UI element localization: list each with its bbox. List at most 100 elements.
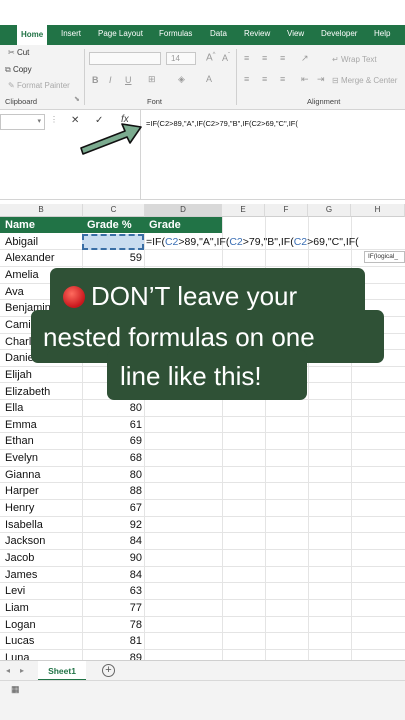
name-cell[interactable]: Luna — [5, 652, 29, 660]
name-cell[interactable]: Isabella — [5, 519, 43, 531]
alignment-group-label: Alignment — [307, 97, 341, 106]
font-color-icon[interactable]: A — [206, 74, 212, 84]
chevron-down-icon[interactable]: ▾ — [37, 117, 41, 125]
clipboard-group-label: Clipboard — [5, 97, 38, 106]
name-cell[interactable]: Ava — [5, 286, 24, 298]
outdent-icon[interactable]: ⇥ — [317, 74, 325, 85]
name-cell[interactable]: Emma — [5, 419, 37, 431]
tab-insert[interactable]: Insert — [61, 29, 81, 38]
name-cell[interactable]: Jackson — [5, 535, 45, 547]
prev-sheet-icon[interactable]: ◂ — [6, 666, 10, 675]
name-cell[interactable]: Amelia — [5, 269, 39, 281]
name-cell[interactable]: Alexander — [5, 252, 55, 264]
grade-pct-cell[interactable]: 80 — [82, 469, 142, 481]
table-row: Liam 77 — [0, 600, 405, 617]
sheet-tab-sheet1[interactable]: Sheet1 — [38, 661, 86, 681]
table-row: Emma 61 — [0, 417, 405, 434]
header-grade-pct[interactable]: Grade % — [82, 217, 144, 233]
underline-button[interactable]: U — [125, 75, 132, 85]
grade-pct-cell[interactable]: 90 — [82, 552, 142, 564]
name-cell[interactable]: Abigail — [5, 236, 38, 248]
orientation-icon[interactable]: ↗ — [301, 53, 309, 64]
header-grade[interactable]: Grade — [144, 217, 222, 233]
indent-icon[interactable]: ⇤ — [301, 74, 309, 85]
column-header-c[interactable]: C — [83, 204, 145, 217]
column-header-f[interactable]: F — [265, 204, 308, 217]
column-header-g[interactable]: G — [308, 204, 351, 217]
merge-center-button[interactable]: ⊟ Merge & Center — [332, 76, 397, 85]
grade-pct-cell[interactable]: 67 — [82, 502, 142, 514]
table-header-row: Name Grade % Grade — [0, 217, 405, 234]
grade-pct-cell[interactable]: 89 — [82, 652, 142, 660]
name-cell[interactable]: Henry — [5, 502, 34, 514]
column-header-h[interactable]: H — [351, 204, 405, 217]
table-row: Levi 63 — [0, 583, 405, 600]
format-painter-button[interactable]: ✎ Format Painter — [8, 81, 70, 90]
tab-view[interactable]: View — [287, 29, 304, 38]
decrease-font-icon[interactable]: Aˇ — [222, 53, 230, 63]
align-top-icon[interactable]: ≡ — [244, 53, 249, 63]
name-cell[interactable]: Ethan — [5, 435, 34, 447]
name-cell[interactable]: Evelyn — [5, 452, 38, 464]
tab-help[interactable]: Help — [374, 29, 390, 38]
header-name[interactable]: Name — [0, 217, 82, 233]
name-cell[interactable]: Lucas — [5, 635, 34, 647]
dialog-launcher-icon[interactable]: ⬊ — [74, 95, 80, 103]
grade-pct-cell[interactable]: 78 — [82, 619, 142, 631]
grade-pct-cell[interactable]: 80 — [82, 402, 142, 414]
grade-pct-cell[interactable]: 68 — [82, 452, 142, 464]
grade-pct-cell[interactable]: 59 — [82, 252, 142, 264]
name-box[interactable]: ▾ — [0, 114, 45, 130]
name-cell[interactable]: Harper — [5, 485, 39, 497]
grade-pct-cell[interactable]: 84 — [82, 535, 142, 547]
font-name-box[interactable] — [89, 52, 161, 65]
align-center-icon[interactable]: ≡ — [262, 74, 267, 84]
table-row: Alexander 59 — [0, 250, 405, 267]
tab-formulas[interactable]: Formulas — [159, 29, 192, 38]
copy-button[interactable]: ⧉ Copy — [5, 65, 32, 75]
name-cell[interactable]: James — [5, 569, 37, 581]
name-cell[interactable]: Elizabeth — [5, 386, 50, 398]
selected-cell-c2[interactable] — [82, 234, 144, 250]
cut-button[interactable]: ✂ Cut — [8, 48, 29, 57]
increase-font-icon[interactable]: A^ — [206, 52, 216, 63]
name-cell[interactable]: Jacob — [5, 552, 34, 564]
column-header-b[interactable]: B — [0, 204, 83, 217]
name-cell[interactable]: Elijah — [5, 369, 32, 381]
grade-pct-cell[interactable]: 84 — [82, 569, 142, 581]
add-sheet-icon[interactable]: + — [102, 664, 115, 677]
tab-data[interactable]: Data — [210, 29, 227, 38]
wrap-text-icon: ↵ — [332, 55, 339, 64]
name-cell[interactable]: Gianna — [5, 469, 40, 481]
grade-pct-cell[interactable]: 69 — [82, 435, 142, 447]
grade-pct-cell[interactable]: 77 — [82, 602, 142, 614]
grade-pct-cell[interactable]: 92 — [82, 519, 142, 531]
table-row: Henry 67 — [0, 500, 405, 517]
align-left-icon[interactable]: ≡ — [244, 74, 249, 84]
tab-home[interactable]: Home — [17, 25, 48, 45]
fill-color-icon[interactable]: ◈ — [178, 74, 185, 85]
name-cell[interactable]: Ella — [5, 402, 23, 414]
bold-button[interactable]: B — [92, 75, 99, 85]
tab-review[interactable]: Review — [244, 29, 270, 38]
align-right-icon[interactable]: ≡ — [280, 74, 285, 84]
name-cell[interactable]: Liam — [5, 602, 29, 614]
align-bottom-icon[interactable]: ≡ — [280, 53, 285, 63]
wrap-text-button[interactable]: ↵ Wrap Text — [332, 55, 377, 64]
align-middle-icon[interactable]: ≡ — [262, 53, 267, 63]
column-header-d[interactable]: D — [145, 204, 222, 217]
column-header-e[interactable]: E — [222, 204, 265, 217]
name-cell[interactable]: Levi — [5, 585, 25, 597]
italic-button[interactable]: I — [109, 75, 112, 85]
tab-page-layout[interactable]: Page Layout — [98, 29, 143, 38]
grade-pct-cell[interactable]: 61 — [82, 419, 142, 431]
font-size-box[interactable]: 14 — [166, 52, 196, 65]
grade-pct-cell[interactable]: 81 — [82, 635, 142, 647]
next-sheet-icon[interactable]: ▸ — [20, 666, 24, 675]
grade-pct-cell[interactable]: 88 — [82, 485, 142, 497]
borders-icon[interactable]: ⊞ — [148, 74, 156, 85]
name-cell[interactable]: Logan — [5, 619, 36, 631]
tab-developer[interactable]: Developer — [321, 29, 357, 38]
grade-pct-cell[interactable]: 63 — [82, 585, 142, 597]
in-cell-formula[interactable]: =IF(C2>89,"A",IF(C2>79,"B",IF(C2>69,"C",… — [146, 236, 359, 248]
